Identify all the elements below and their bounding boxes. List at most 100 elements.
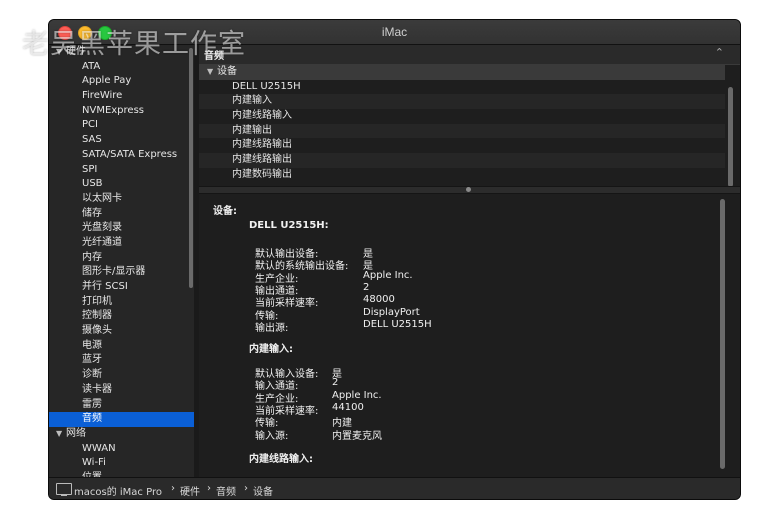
disclosure-triangle-icon[interactable]: ▼ [207, 65, 217, 80]
device-tree: ▼ 设备 DELL U2515H 内建输入 内建线路输入 内建输出 内建线路输出 内建线路输出… [199, 65, 725, 185]
tree-row[interactable]: 内建线路输出 [199, 138, 725, 153]
sidebar-item[interactable]: 储存 [49, 207, 194, 222]
property-value: 44100 [332, 401, 364, 413]
sidebar-item[interactable]: 摄像头 [49, 324, 194, 339]
sidebar-item-label: 诊断 [82, 369, 102, 381]
breadcrumb-item[interactable]: 设备 [253, 483, 273, 498]
sidebar-item[interactable]: 电源 [49, 339, 194, 354]
sidebar-item-label: SAS [82, 134, 102, 146]
column-header[interactable]: 音频 ⌃ [199, 45, 740, 65]
sidebar-item-label: 网络 [66, 427, 86, 439]
sidebar-item-label: 光盘刻录 [82, 222, 122, 234]
sidebar-item-label: WWAN [82, 442, 116, 454]
property-key: 输出源: [255, 322, 289, 334]
sidebar-item-label: 控制器 [82, 310, 112, 322]
sidebar-item[interactable]: WWAN [49, 442, 194, 457]
sidebar-item-label: 并行 SCSI [82, 281, 128, 292]
sidebar-item[interactable]: PCI [49, 118, 194, 133]
sidebar-item[interactable]: 雷雳 [49, 398, 194, 413]
sidebar-item[interactable]: 控制器 [49, 309, 194, 324]
sidebar-item-label: 电源 [82, 339, 102, 351]
sidebar-item[interactable]: 诊断 [49, 368, 194, 383]
property-value: 2 [332, 377, 339, 389]
sidebar-item[interactable]: 并行 SCSI [49, 280, 194, 295]
sidebar-item-label: Wi-Fi [82, 457, 106, 469]
sidebar-section[interactable]: ▼ 网络 [49, 427, 194, 442]
sidebar-item[interactable]: 音频 [49, 412, 194, 427]
tree-row[interactable]: 内建输入 [199, 94, 725, 110]
sidebar-item-label: FireWire [82, 90, 123, 102]
sidebar-item-label: PCI [82, 119, 98, 131]
sidebar-item[interactable]: SPI [49, 163, 194, 178]
sidebar-item-label: 音频 [82, 413, 102, 425]
property-value: 48000 [363, 294, 395, 306]
sidebar-item[interactable]: 图形卡/显示器 [49, 265, 194, 280]
sidebar-item-label: 储存 [82, 207, 102, 219]
computer-icon [56, 483, 72, 496]
chevron-right-icon: › [207, 483, 211, 494]
sidebar-item[interactable]: 内存 [49, 251, 194, 266]
breadcrumb-item[interactable]: macos的 iMac Pro [74, 483, 162, 498]
property-value: 2 [363, 281, 370, 293]
sidebar-item[interactable]: NVMExpress [49, 104, 194, 119]
system-information-window: iMac ▼ 硬件 ATA Apple Pay FireWire NVMExpress PC… [48, 19, 741, 500]
sidebar-item-label: ATA [82, 60, 101, 72]
split-handle[interactable] [199, 186, 740, 194]
sidebar: ▼ 硬件 ATA Apple Pay FireWire NVMExpress PCI SAS S… [49, 45, 194, 477]
tree-root-label: 设备 [217, 66, 237, 77]
sidebar-item[interactable]: 以太网卡 [49, 192, 194, 207]
sidebar-item[interactable]: USB [49, 177, 194, 192]
sidebar-item[interactable]: 光纤通道 [49, 236, 194, 251]
tree-row[interactable]: 内建线路输入 [199, 109, 725, 124]
breadcrumb-item[interactable]: 音频 [216, 483, 236, 498]
sidebar-item[interactable]: Apple Pay [49, 74, 194, 89]
device-heading: DELL U2515H: [249, 220, 329, 231]
property-value: DELL U2515H [363, 318, 432, 330]
sidebar-item[interactable]: 光盘刻录 [49, 221, 194, 236]
sidebar-item[interactable]: FireWire [49, 89, 194, 104]
property-value: Apple Inc. [363, 269, 413, 281]
tree-scrollbar[interactable] [728, 87, 733, 187]
property-value: 内置麦克风 [332, 430, 382, 442]
sidebar-item[interactable]: SATA/SATA Express [49, 148, 194, 163]
chevron-right-icon: › [244, 483, 248, 494]
disclosure-triangle-icon[interactable]: ▼ [56, 427, 66, 442]
sidebar-item-label: 光纤通道 [82, 236, 122, 248]
sidebar-item[interactable]: 读卡器 [49, 383, 194, 398]
tree-root-row[interactable]: ▼ 设备 [199, 65, 725, 80]
sidebar-item[interactable]: ATA [49, 60, 194, 75]
sidebar-item-label: NVMExpress [82, 104, 144, 116]
sidebar-item[interactable]: SAS [49, 133, 194, 148]
sidebar-item-label: 读卡器 [82, 383, 112, 395]
sidebar-item-label: 蓝牙 [82, 354, 102, 366]
split-grip-icon[interactable] [466, 187, 471, 192]
sidebar-item-label: SATA/SATA Express [82, 148, 178, 160]
sort-chevron-icon[interactable]: ⌃ [715, 46, 724, 59]
sidebar-item-label: 摄像头 [82, 325, 112, 337]
sidebar-item-label: 以太网卡 [82, 192, 122, 204]
sidebar-item-label: USB [82, 178, 103, 190]
sidebar-item[interactable]: 打印机 [49, 295, 194, 310]
sidebar-scrollbar[interactable] [189, 48, 193, 288]
tree-row[interactable]: 内建输出 [199, 123, 725, 139]
content-pane: 音频 ⌃ ▼ 设备 DELL U2515H 内建输入 内建线路输入 内建输出 内建线路输出内… [199, 45, 740, 477]
chevron-right-icon: › [171, 483, 175, 494]
sidebar-item-label: SPI [82, 163, 98, 175]
path-bar: macos的 iMac Pro › 硬件 › 音频 › 设备 [49, 477, 740, 499]
sidebar-item[interactable]: Wi-Fi [49, 456, 194, 471]
tree-row[interactable]: 内建数码输出 [199, 168, 725, 183]
sidebar-item-label: Apple Pay [82, 75, 132, 87]
tree-row[interactable]: DELL U2515H [199, 80, 725, 95]
property-value: DisplayPort [363, 306, 420, 318]
device-heading: 内建输入: [249, 344, 293, 355]
detail-scrollbar[interactable] [720, 199, 725, 469]
breadcrumb-item[interactable]: 硬件 [180, 483, 200, 498]
detail-label: 设备: [213, 206, 237, 217]
device-heading: 内建线路输入: [249, 454, 313, 465]
tree-row[interactable]: 内建线路输出 [199, 153, 725, 168]
sidebar-item-label: 雷雳 [82, 398, 102, 410]
sidebar-item-label: 内存 [82, 251, 102, 263]
sidebar-item-label: 打印机 [82, 295, 112, 307]
sidebar-item[interactable]: 蓝牙 [49, 353, 194, 368]
property-key: 输入源: [255, 430, 289, 442]
